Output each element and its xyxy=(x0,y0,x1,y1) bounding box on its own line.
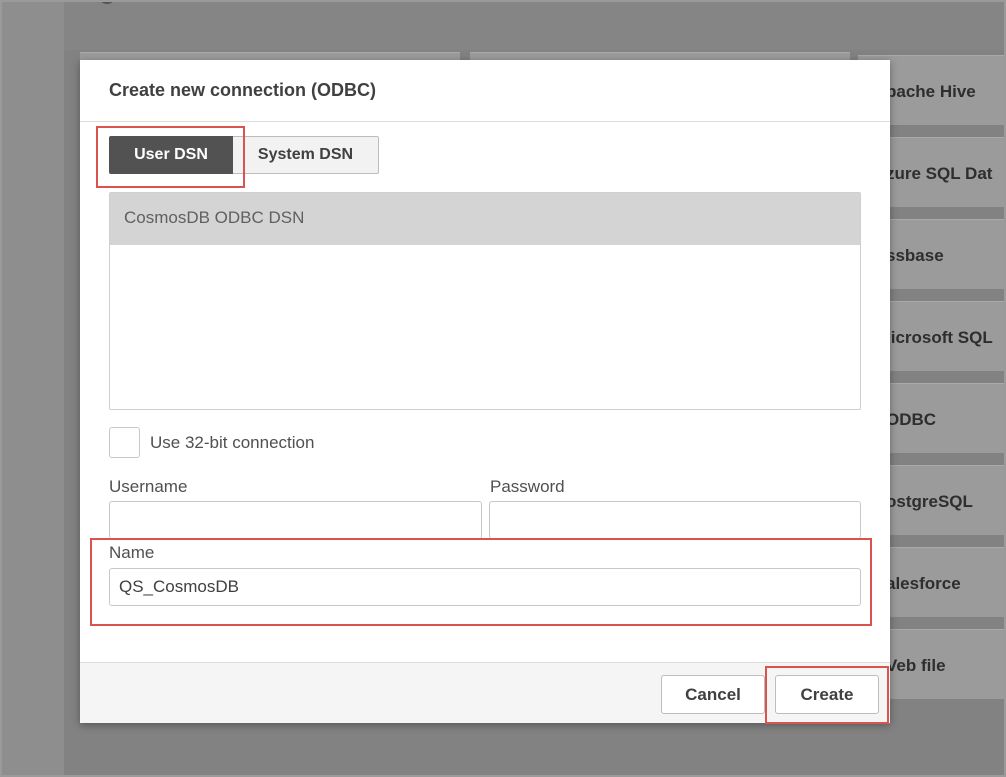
dialog-title: Create new connection (ODBC) xyxy=(109,80,377,100)
dsn-list-item[interactable]: CosmosDB ODBC DSN xyxy=(110,193,860,245)
cancel-button[interactable]: Cancel xyxy=(661,675,765,714)
password-input[interactable] xyxy=(489,501,861,539)
background-sidebar xyxy=(0,0,64,777)
create-highlight xyxy=(765,666,889,724)
background-topbar xyxy=(64,0,1006,50)
use-32bit-label: Use 32-bit connection xyxy=(150,432,315,452)
username-label: Username xyxy=(109,477,188,496)
password-label: Password xyxy=(490,477,565,496)
dialog-footer: Cancel Create xyxy=(80,662,890,724)
create-connection-dialog: Create new connection (ODBC) User DSN Sy… xyxy=(80,60,890,724)
username-input[interactable] xyxy=(109,501,482,539)
use-32bit-row: Use 32-bit connection xyxy=(109,427,314,458)
tab-system-dsn[interactable]: System DSN xyxy=(233,136,379,174)
name-highlight xyxy=(90,538,872,626)
use-32bit-checkbox[interactable] xyxy=(109,427,140,458)
dialog-header: Create new connection (ODBC) xyxy=(80,60,890,122)
dialog-body: User DSN System DSN CosmosDB ODBC DSN Us… xyxy=(80,122,890,662)
dsn-list[interactable]: CosmosDB ODBC DSN xyxy=(109,192,861,410)
user-dsn-highlight xyxy=(96,126,245,188)
